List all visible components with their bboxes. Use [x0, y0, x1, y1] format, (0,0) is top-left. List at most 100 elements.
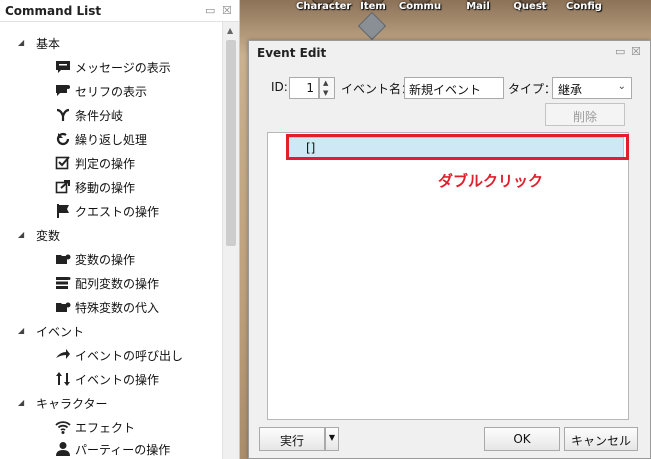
expand-triangle-icon[interactable]: ◢: [18, 398, 24, 407]
event-name-label: イベント名：: [341, 82, 414, 96]
menu-label: Quest: [513, 1, 547, 12]
stepper-up-icon[interactable]: ▲: [323, 79, 328, 87]
command-special-variable-assign[interactable]: 特殊変数の代入: [0, 296, 222, 318]
execute-button[interactable]: 実行: [259, 427, 325, 451]
chevron-down-icon: ⌄: [617, 81, 626, 92]
type-label: タイプ：: [508, 82, 557, 96]
category-label: 基本: [36, 37, 61, 51]
person-icon: [56, 442, 70, 456]
triangle-down-icon: ▼: [328, 433, 336, 442]
command-call-event[interactable]: イベントの呼び出し: [0, 344, 222, 366]
stepper-down-icon[interactable]: ▼: [323, 89, 328, 97]
menu-label: Config: [566, 1, 602, 12]
wifi-icon: [55, 421, 71, 434]
category-events[interactable]: ◢ イベント: [0, 320, 222, 342]
command-label: 条件分岐: [75, 109, 124, 123]
loop-icon: [56, 132, 70, 146]
id-stepper[interactable]: ▲ ▼: [319, 77, 335, 99]
category-basic[interactable]: ◢ 基本: [0, 32, 222, 54]
checkbox-icon: [55, 156, 70, 170]
category-label: 変数: [36, 229, 61, 243]
menu-label: Character: [296, 1, 352, 12]
flag-icon: [57, 204, 69, 218]
menu-commu[interactable]: Commu: [393, 0, 447, 17]
command-label: 判定の操作: [75, 157, 136, 171]
command-show-message[interactable]: メッセージの表示: [0, 56, 222, 78]
command-effect[interactable]: エフェクト: [0, 416, 222, 438]
command-variable-operation[interactable]: 変数の操作: [0, 248, 222, 270]
close-icon[interactable]: ☒: [631, 45, 641, 58]
command-label: 移動の操作: [75, 181, 136, 195]
command-list-panel: Command List ▭ ☒ ◢ 基本 メッセージの表示 セリフの表示 条件…: [0, 0, 240, 459]
id-label: ID:: [271, 80, 288, 94]
folder-gear-icon: [56, 302, 71, 312]
annotation-highlight-box: [286, 134, 629, 160]
command-label: パーティーの操作: [75, 443, 171, 457]
command-label: イベントの操作: [75, 373, 160, 387]
command-list-header: Command List ▭ ☒: [0, 0, 239, 22]
command-show-speech[interactable]: セリフの表示: [0, 80, 222, 102]
expand-triangle-icon[interactable]: ◢: [18, 38, 24, 47]
annotation-double-click: ダブルクリック: [438, 172, 544, 190]
scrollbar-thumb[interactable]: [226, 40, 236, 246]
command-conditional-branch[interactable]: 条件分岐: [0, 104, 222, 126]
event-command-list[interactable]: [] ダブルクリック: [267, 132, 629, 420]
command-judge-operation[interactable]: 判定の操作: [0, 152, 222, 174]
command-event-operation[interactable]: イベントの操作: [0, 368, 222, 390]
event-edit-body: ID: 1 ▲ ▼ イベント名： 新規イベント タイプ： 継承 ⌄ 削除 [] …: [249, 63, 650, 458]
command-tree: ◢ 基本 メッセージの表示 セリフの表示 条件分岐 繰り返し処理 判定の操作 移…: [0, 24, 222, 459]
delete-button[interactable]: 削除: [545, 103, 625, 126]
menu-label: Mail: [466, 1, 490, 12]
speech-icon: [56, 85, 70, 96]
command-party-operation[interactable]: パーティーの操作: [0, 438, 222, 459]
command-list-scrollbar[interactable]: ▲: [222, 22, 239, 459]
pin-icon[interactable]: ▭: [615, 45, 625, 58]
command-label: 配列変数の操作: [75, 277, 160, 291]
menu-mail[interactable]: Mail: [451, 0, 505, 17]
folder-gear-icon: [56, 254, 71, 264]
category-label: イベント: [36, 325, 85, 339]
command-label: 変数の操作: [75, 253, 136, 267]
category-variables[interactable]: ◢ 変数: [0, 224, 222, 246]
category-character[interactable]: ◢ キャラクター: [0, 392, 222, 414]
command-array-variable-operation[interactable]: 配列変数の操作: [0, 272, 222, 294]
command-label: 繰り返し処理: [75, 133, 148, 147]
event-edit-title: Event Edit: [257, 46, 327, 60]
command-label: クエストの操作: [75, 205, 160, 219]
expand-triangle-icon[interactable]: ◢: [18, 326, 24, 335]
event-name-input[interactable]: 新規イベント: [404, 77, 504, 99]
command-label: イベントの呼び出し: [75, 349, 184, 363]
message-icon: [56, 61, 70, 73]
arrow-right-icon: [56, 349, 70, 359]
pin-icon[interactable]: ▭: [205, 4, 215, 17]
command-label: セリフの表示: [75, 85, 148, 99]
event-edit-window: Event Edit ▭ ☒ ID: 1 ▲ ▼ イベント名： 新規イベント タ…: [248, 40, 651, 459]
branch-icon: [56, 108, 70, 121]
event-edit-header: Event Edit ▭ ☒: [249, 41, 650, 63]
command-list-title: Command List: [5, 4, 102, 18]
command-move-operation[interactable]: 移動の操作: [0, 176, 222, 198]
menu-label: Commu: [398, 1, 442, 12]
cancel-button[interactable]: キャンセル: [564, 427, 638, 451]
execute-dropdown-button[interactable]: ▼: [325, 427, 339, 451]
menu-config[interactable]: Config: [557, 0, 611, 17]
scroll-up-icon[interactable]: ▲: [227, 26, 233, 35]
type-select[interactable]: 継承 ⌄: [552, 77, 632, 99]
type-select-value: 継承: [558, 83, 583, 97]
id-input[interactable]: 1: [289, 77, 319, 99]
command-label: 特殊変数の代入: [75, 301, 160, 315]
updown-arrows-icon: [56, 372, 70, 386]
command-label: エフェクト: [75, 421, 136, 435]
move-icon: [55, 180, 70, 194]
category-label: キャラクター: [36, 397, 108, 411]
close-icon[interactable]: ☒: [222, 4, 232, 17]
menu-character[interactable]: Character: [296, 0, 352, 17]
stack-icon: [56, 277, 71, 289]
menu-label: Item: [360, 1, 386, 12]
expand-triangle-icon[interactable]: ◢: [18, 230, 24, 239]
menu-quest[interactable]: Quest: [503, 0, 557, 17]
command-quest-operation[interactable]: クエストの操作: [0, 200, 222, 222]
ok-button[interactable]: OK: [484, 427, 560, 451]
command-label: メッセージの表示: [75, 61, 171, 75]
command-loop[interactable]: 繰り返し処理: [0, 128, 222, 150]
